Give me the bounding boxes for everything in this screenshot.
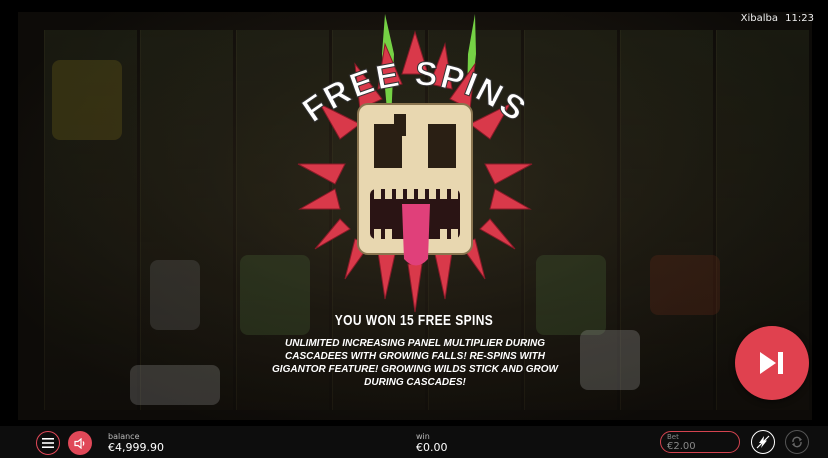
- autoplay-button[interactable]: [785, 430, 809, 454]
- clock: 11:23: [785, 13, 814, 24]
- game-title: Xibalba: [740, 13, 778, 24]
- bet-value: €2.00: [667, 441, 696, 452]
- hamburger-menu-icon: [42, 438, 54, 448]
- free-spins-banner: FREE SPINS: [295, 54, 534, 130]
- sound-button[interactable]: [68, 431, 92, 455]
- menu-button[interactable]: [36, 431, 60, 455]
- lightning-icon: [756, 435, 770, 449]
- free-spins-banner-text: FREE SPINS: [295, 54, 532, 130]
- reel-symbol: [650, 255, 720, 315]
- reel-column: [140, 30, 233, 410]
- popup-description: UNLIMITED INCREASING PANEL MULTIPLIER DU…: [272, 338, 558, 388]
- bet-selector[interactable]: Bet €2.00: [660, 431, 740, 453]
- reel-symbol: [580, 330, 640, 390]
- svg-text:FREE SPINS: FREE SPINS: [296, 55, 534, 130]
- popup-title: YOU WON 15 FREE SPINS: [334, 312, 494, 329]
- autoplay-icon: [792, 436, 802, 448]
- speaker-icon: [73, 437, 84, 449]
- skip-button[interactable]: [735, 326, 809, 400]
- win-value: €0.00: [416, 441, 448, 454]
- balance-value: €4,999.90: [108, 441, 164, 454]
- reel-symbol: [150, 260, 200, 330]
- bet-label: Bet: [667, 433, 679, 441]
- skip-forward-icon: [760, 352, 783, 374]
- game-logo-symbol: [52, 60, 122, 140]
- turbo-button[interactable]: [751, 430, 775, 454]
- game-stage: Xibalba 11:23 FREE SPINS YOU WON 15 FREE…: [0, 0, 828, 458]
- game-title-clock: Xibalba 11:23: [741, 13, 814, 24]
- win-label: win: [416, 432, 430, 441]
- reel-symbol: [130, 365, 220, 405]
- balance-label: balance: [108, 432, 140, 441]
